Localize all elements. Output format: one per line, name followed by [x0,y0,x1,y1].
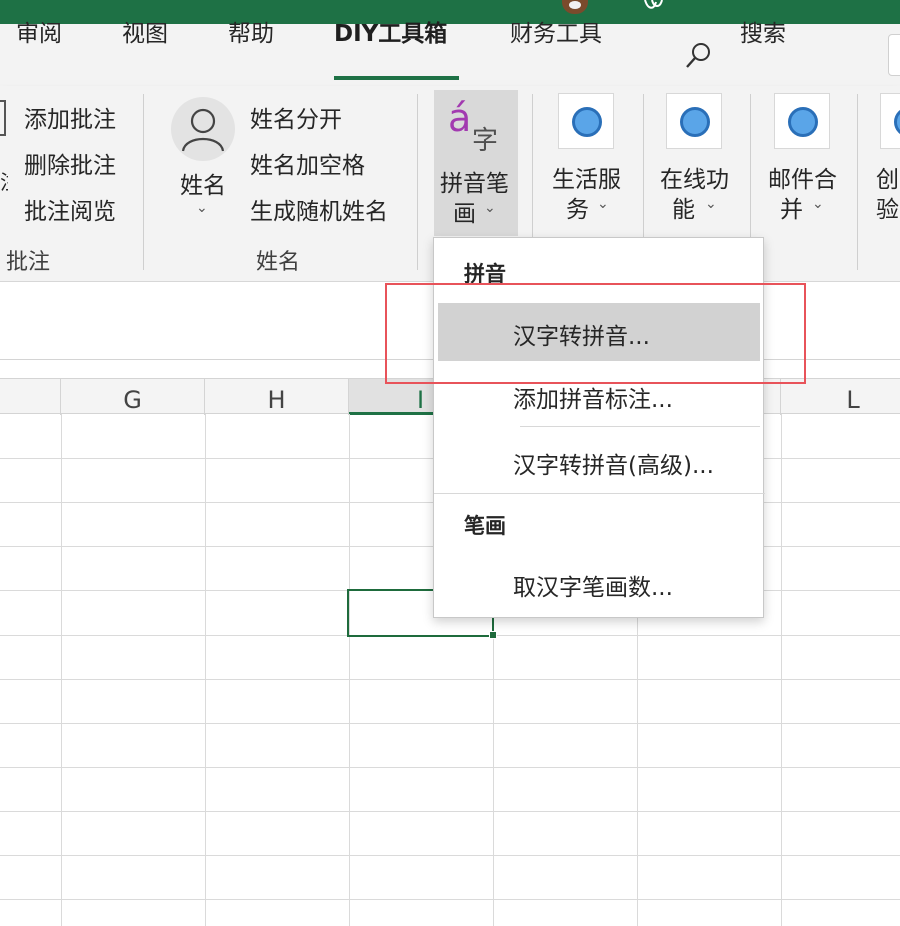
grid-line [61,414,62,926]
chevron-down-icon[interactable]: ⌄ [705,196,717,212]
life-services-button-line2[interactable]: 务 [566,190,589,224]
delete-comment-button[interactable]: 删除批注 [24,146,116,180]
grid-line [349,414,350,926]
fill-handle[interactable] [489,631,497,639]
tab-help[interactable]: 帮助 [228,14,274,48]
online-features-button-line2[interactable]: 能 [672,190,695,224]
group-label-comments: 批注 [6,250,51,275]
grid-line [781,414,782,926]
grid-line [0,767,900,768]
create-button[interactable]: 创 [876,160,900,194]
pinyin-icon-char: 字 [472,126,499,156]
menu-item-label: 添加拼音标注... [513,387,673,413]
grid-line [0,899,900,900]
add-comment-button[interactable]: 添加批注 [24,100,116,134]
highlight-annotation-box [385,283,806,384]
menu-separator [520,426,760,427]
mail-merge-button-line2[interactable]: 并 [780,190,803,224]
person-icon[interactable] [171,97,235,161]
chevron-down-icon[interactable]: ⌄ [484,200,496,216]
group-label-name: 姓名 [256,250,301,275]
grid-line [0,811,900,812]
menu-item-hanzi-to-pinyin-advanced[interactable]: 汉字转拼音(高级)... [438,432,760,490]
menu-item-label: 汉字转拼音(高级)... [513,453,714,479]
mail-merge-icon[interactable] [774,93,830,149]
title-decoration-icon [644,0,663,9]
menu-separator [434,493,765,494]
menu-item-label: 取汉字笔画数... [513,575,673,601]
grid-line [0,679,900,680]
life-services-button[interactable]: 生活服 [552,160,621,194]
grid-line [205,414,206,926]
menu-heading-stroke: 笔画 [464,514,506,538]
grid-line [0,723,900,724]
tab-finance-tools[interactable]: 财务工具 [510,14,602,48]
create-icon[interactable] [880,93,900,149]
review-comments-button[interactable]: 批注阅览 [24,192,116,226]
group-separator [417,94,418,270]
active-tab-indicator [334,76,459,80]
search-box[interactable] [888,34,900,76]
comment-icon [0,100,6,136]
search-icon[interactable] [684,40,714,70]
group-separator [857,94,858,270]
name-button-label[interactable]: 姓名 [180,166,226,200]
column-header-g[interactable]: G [61,379,205,415]
pinyin-stroke-button[interactable] [434,90,518,236]
tab-diy-toolbox[interactable]: DIY工具箱 [334,14,447,48]
life-services-icon[interactable] [558,93,614,149]
tab-review[interactable]: 审阅 [16,14,62,48]
column-header-l[interactable]: L [781,379,900,415]
chevron-down-icon[interactable]: ⌄ [597,196,609,212]
menu-item-stroke-count[interactable]: 取汉字笔画数... [438,554,760,612]
online-features-button[interactable]: 在线功 [660,160,729,194]
split-name-button[interactable]: 姓名分开 [250,100,342,134]
online-features-icon[interactable] [666,93,722,149]
grid-line [0,855,900,856]
chevron-down-icon[interactable]: ⌄ [812,196,824,212]
create-button-line2[interactable]: 验 [876,190,900,224]
pinyin-icon: á [448,96,472,140]
random-name-button[interactable]: 生成随机姓名 [250,192,388,226]
chevron-down-icon[interactable]: ⌄ [196,200,208,216]
column-header-partial[interactable] [0,379,61,415]
group-separator [143,94,144,270]
title-decoration-icon [562,0,588,14]
partial-ribbon-label: 注 [0,166,8,195]
column-header-h[interactable]: H [205,379,349,415]
pinyin-stroke-label-line2[interactable]: 画 [453,194,476,228]
name-add-space-button[interactable]: 姓名加空格 [250,146,365,180]
tab-view[interactable]: 视图 [122,14,168,48]
mail-merge-button[interactable]: 邮件合 [768,160,837,194]
search-label[interactable]: 搜索 [740,14,786,48]
pinyin-stroke-label[interactable]: 拼音笔 [440,164,509,198]
